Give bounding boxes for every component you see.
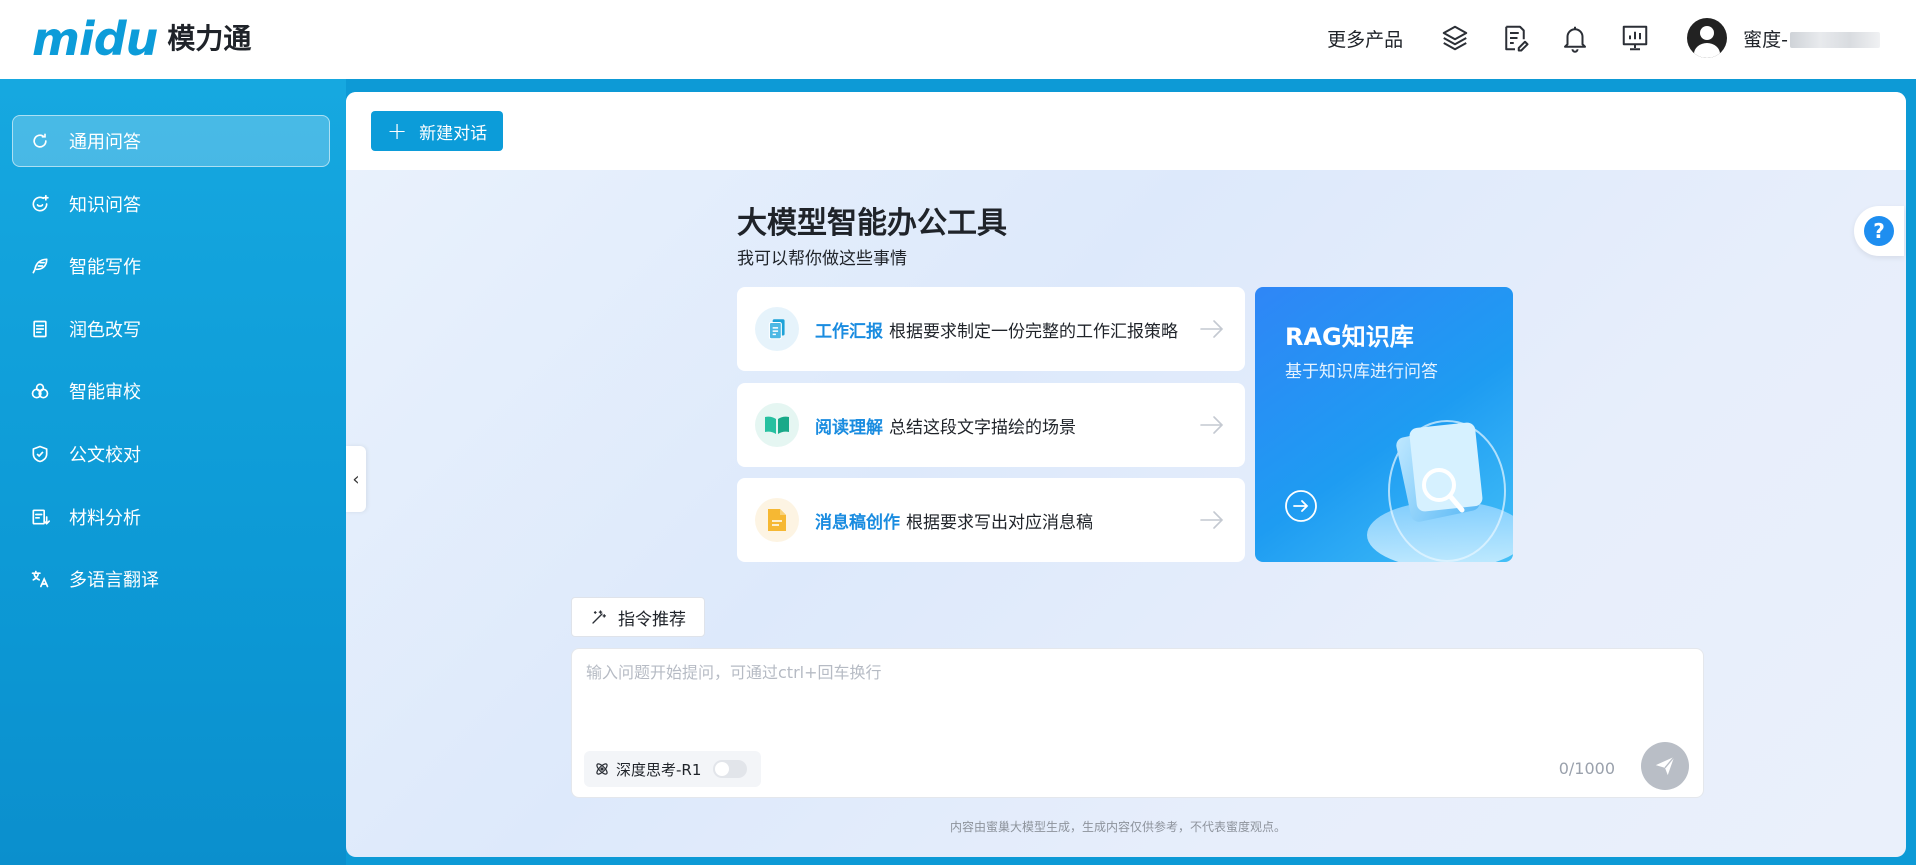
logo-mark: midu: [32, 12, 158, 66]
suggestion-card-reading[interactable]: 阅读理解 总结这段文字描绘的场景: [737, 383, 1245, 467]
dashboard-icon[interactable]: [1618, 21, 1652, 55]
card-desc: 根据要求制定一份完整的工作汇报策略: [889, 321, 1178, 342]
suggestion-card-news-draft[interactable]: 消息稿创作 根据要求写出对应消息稿: [737, 478, 1245, 562]
sidebar: 通用问答 知识问答 智能写作 润色改写 智能审校 公文校对 材料分析 多语言翻译: [0, 79, 346, 865]
plus-icon: +: [387, 117, 408, 145]
char-counter: 0/1000: [1558, 759, 1615, 778]
arrow-circle-icon[interactable]: [1284, 489, 1318, 523]
avatar[interactable]: [1687, 18, 1728, 58]
sidebar-item-label: 智能写作: [69, 257, 141, 279]
user-name-blurred: [1790, 32, 1880, 48]
pen-icon: [29, 255, 51, 277]
arrow-right-icon: [1200, 511, 1224, 529]
sidebar-item-polish-rewrite[interactable]: 润色改写: [12, 303, 330, 355]
translate-icon: [29, 568, 51, 590]
page-title: 大模型智能办公工具: [737, 206, 1007, 241]
card-title: 消息稿创作: [815, 512, 900, 533]
sidebar-item-label: 多语言翻译: [69, 570, 159, 592]
sidebar-item-smart-review[interactable]: 智能审校: [12, 365, 330, 417]
send-icon: [1655, 756, 1675, 776]
page-subtitle: 我可以帮你做这些事情: [737, 249, 907, 269]
card-title: 阅读理解: [815, 417, 883, 438]
deep-think-switch[interactable]: [713, 760, 748, 778]
new-chat-label: 新建对话: [419, 123, 488, 144]
card-title: 工作汇报: [815, 321, 883, 342]
suggestion-card-work-report[interactable]: 工作汇报 根据要求制定一份完整的工作汇报策略: [737, 287, 1245, 371]
file-icon: [755, 498, 799, 542]
sidebar-collapse-toggle[interactable]: ‹: [346, 446, 366, 512]
sidebar-item-label: 知识问答: [69, 194, 141, 216]
arrow-right-icon: [1200, 416, 1224, 434]
card-desc: 总结这段文字描绘的场景: [889, 417, 1076, 438]
sidebar-item-material-analysis[interactable]: 材料分析: [12, 491, 330, 543]
rag-subtitle: 基于知识库进行问答: [1285, 362, 1438, 382]
edit-document-icon[interactable]: [1498, 21, 1532, 55]
knowledge-base-illustration: [1367, 420, 1513, 562]
user-name-text: 蜜度-: [1743, 28, 1788, 51]
atom-icon: [596, 763, 608, 775]
book-icon: [755, 403, 799, 447]
header-actions: 更多产品 蜜度-: [1327, 16, 1880, 60]
deep-think-toggle-group[interactable]: 深度思考-R1: [584, 751, 762, 787]
command-recommend-label: 指令推荐: [618, 609, 686, 630]
chevron-left-icon: ‹: [352, 468, 360, 490]
sidebar-nav: 通用问答 知识问答 智能写作 润色改写 智能审校 公文校对 材料分析 多语言翻译: [12, 115, 330, 616]
sidebar-item-label: 公文校对: [69, 444, 141, 466]
disclaimer-text: 内容由蜜巢大模型生成，生成内容仅供参考，不代表蜜度观点。: [950, 820, 1287, 834]
new-chat-button[interactable]: + 新建对话: [371, 111, 504, 151]
main-panel: + 新建对话 大模型智能办公工具 我可以帮你做这些事情 工作汇报 根据要求制定一…: [346, 92, 1906, 857]
magic-wand-icon: [592, 610, 607, 624]
chat-input[interactable]: [586, 663, 1486, 682]
sidebar-item-document-proofread[interactable]: 公文校对: [12, 428, 330, 480]
chat-icon: [29, 130, 51, 152]
review-icon: [29, 380, 51, 402]
sidebar-item-smart-writing[interactable]: 智能写作: [12, 240, 330, 292]
main-toolbar: + 新建对话: [346, 92, 1906, 170]
analysis-icon: [29, 506, 51, 528]
report-icon: [755, 307, 799, 351]
document-icon: [29, 318, 51, 340]
arrow-right-icon: [1200, 320, 1224, 338]
layers-icon[interactable]: [1438, 21, 1472, 55]
sidebar-item-label: 通用问答: [69, 132, 141, 153]
logo[interactable]: midu 模力通: [32, 14, 251, 64]
rag-knowledge-card[interactable]: RAG知识库 基于知识库进行问答: [1255, 287, 1513, 562]
logo-text: 模力通: [167, 22, 252, 55]
top-header: midu 模力通 更多产品 蜜度-: [0, 0, 1916, 79]
sidebar-item-translation[interactable]: 多语言翻译: [12, 553, 330, 605]
help-icon: ?: [1864, 216, 1894, 246]
knowledge-chat-icon: [29, 193, 51, 215]
sidebar-item-knowledge-qa[interactable]: 知识问答: [12, 178, 330, 230]
deep-think-label: 深度思考-R1: [616, 760, 702, 779]
sidebar-item-label: 润色改写: [69, 319, 141, 341]
rag-title: RAG知识库: [1285, 323, 1414, 351]
sidebar-item-label: 智能审校: [69, 382, 141, 404]
card-desc: 根据要求写出对应消息稿: [906, 512, 1093, 533]
help-button[interactable]: ?: [1854, 206, 1904, 256]
sidebar-item-general-qa[interactable]: 通用问答: [12, 115, 330, 167]
command-recommend-button[interactable]: 指令推荐: [571, 597, 705, 637]
send-button[interactable]: [1641, 742, 1689, 790]
more-products-link[interactable]: 更多产品: [1327, 25, 1403, 52]
user-name[interactable]: 蜜度-: [1743, 25, 1880, 52]
bell-icon[interactable]: [1558, 21, 1592, 55]
sidebar-item-label: 材料分析: [69, 507, 141, 529]
shield-check-icon: [29, 443, 51, 465]
chat-input-box: 深度思考-R1 0/1000: [571, 648, 1704, 798]
